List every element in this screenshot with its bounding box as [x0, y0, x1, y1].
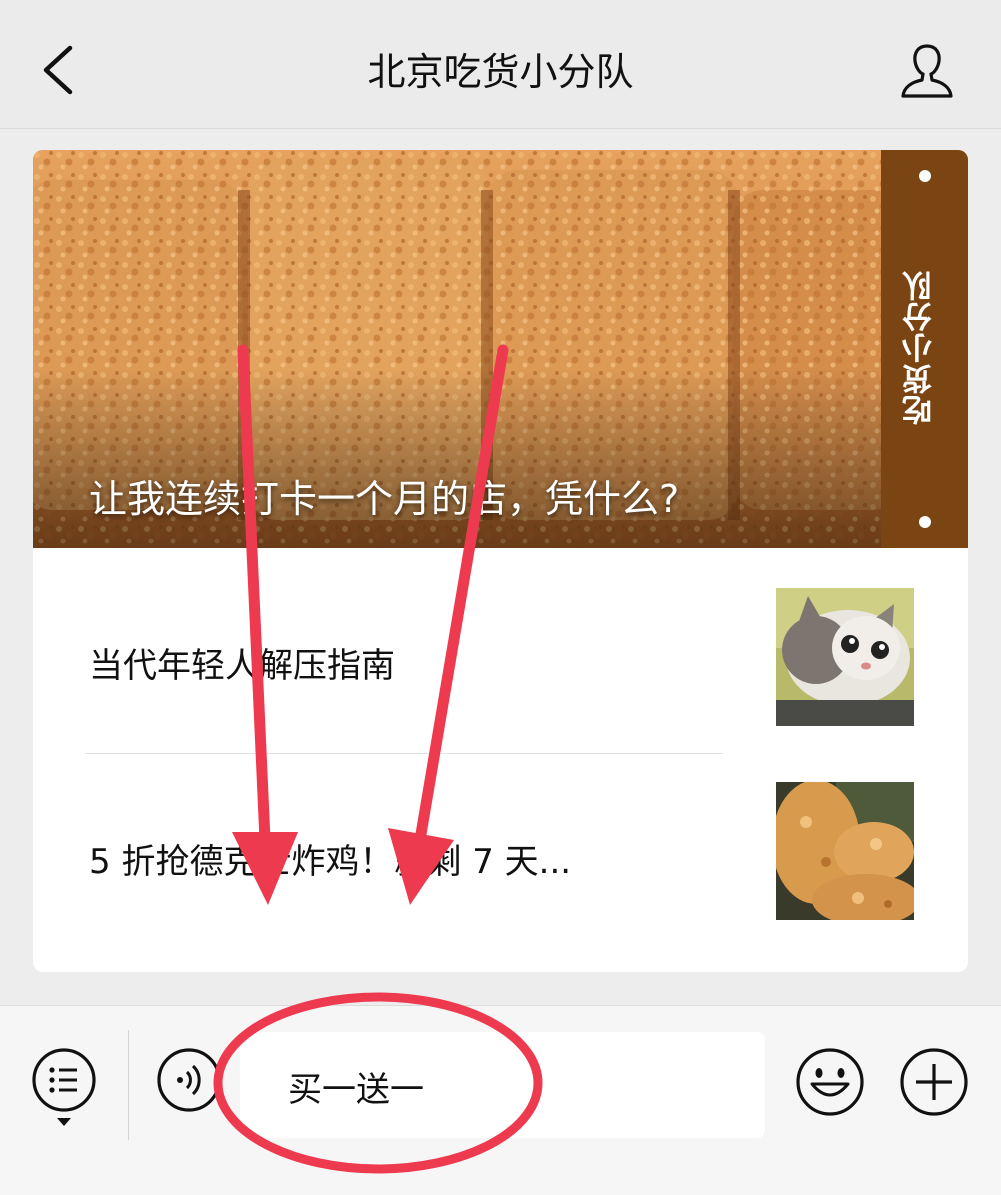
- fried-chicken-thumbnail: [776, 782, 914, 920]
- ribbon-dot: [919, 516, 931, 528]
- hero-title: 让我连续打卡一个月的店，凭什么?: [89, 477, 680, 521]
- person-icon[interactable]: [898, 40, 956, 100]
- brand-label: 吃货小分队: [903, 270, 938, 426]
- article-card: 让我连续打卡一个月的店，凭什么? 吃货小分队 当代年轻人解压指南 5 折抢德克士…: [33, 150, 968, 972]
- brand-ribbon: 吃货小分队: [881, 150, 968, 548]
- list-item[interactable]: 当代年轻人解压指南: [33, 570, 968, 750]
- hero-article[interactable]: 让我连续打卡一个月的店，凭什么? 吃货小分队: [33, 150, 968, 548]
- list-item[interactable]: 5 折抢德克士炸鸡！就剩 7 天...: [33, 762, 968, 942]
- voice-icon[interactable]: [156, 1047, 222, 1113]
- menu-list-icon[interactable]: [30, 1046, 98, 1130]
- ribbon-dot: [919, 170, 931, 182]
- article-title: 5 折抢德克士炸鸡！就剩 7 天...: [89, 842, 572, 882]
- list-divider: [85, 753, 723, 754]
- chat-input-bar: 买一送一: [0, 1005, 1001, 1195]
- page-title: 北京吃货小分队: [367, 50, 634, 94]
- toolbar-separator: [128, 1030, 129, 1140]
- navigation-bar: 北京吃货小分队: [0, 0, 1001, 129]
- article-title: 当代年轻人解压指南: [89, 646, 395, 686]
- emoji-icon[interactable]: [794, 1046, 866, 1118]
- cat-thumbnail: [776, 588, 914, 726]
- message-input[interactable]: 买一送一: [240, 1032, 765, 1138]
- message-input-value: 买一送一: [288, 1070, 424, 1110]
- plus-icon[interactable]: [898, 1046, 970, 1118]
